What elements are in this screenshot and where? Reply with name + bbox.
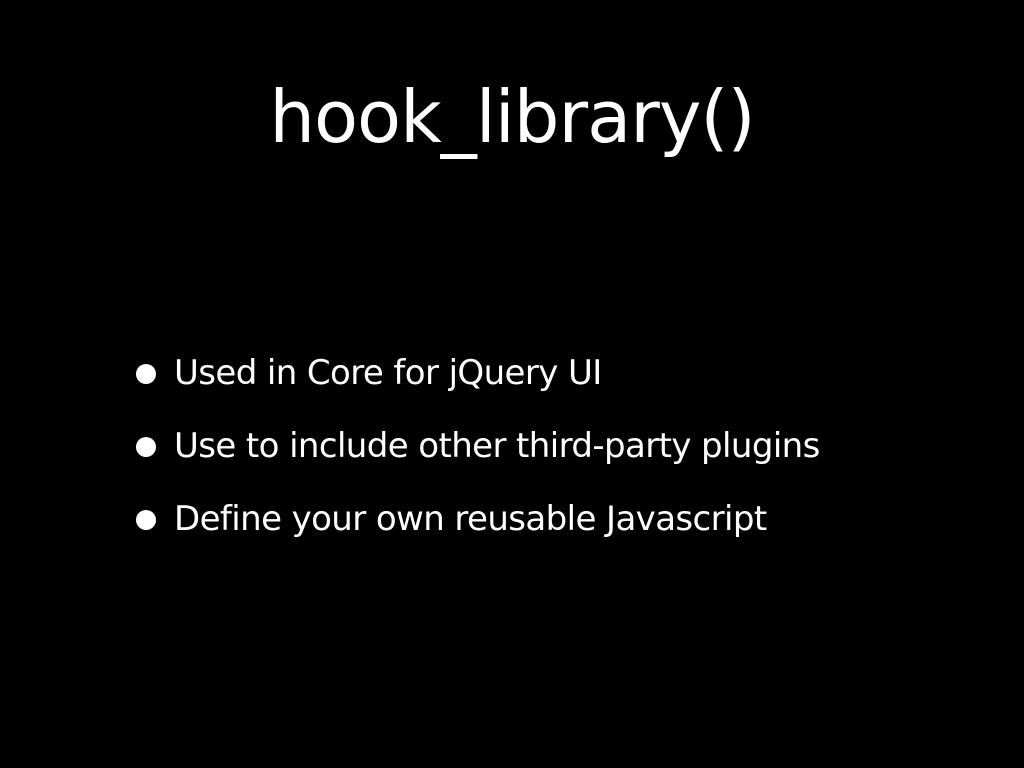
slide-title: hook_library() <box>269 75 755 159</box>
bullet-icon <box>136 510 156 530</box>
bullet-text: Used in Core for jQuery UI <box>174 353 602 393</box>
bullet-text: Define your own reusable Javascript <box>174 499 767 539</box>
bullet-text: Use to include other third-party plugins <box>174 426 820 466</box>
bullet-icon <box>136 364 156 384</box>
bullet-icon <box>136 437 156 457</box>
slide: hook_library() Used in Core for jQuery U… <box>0 0 1024 768</box>
